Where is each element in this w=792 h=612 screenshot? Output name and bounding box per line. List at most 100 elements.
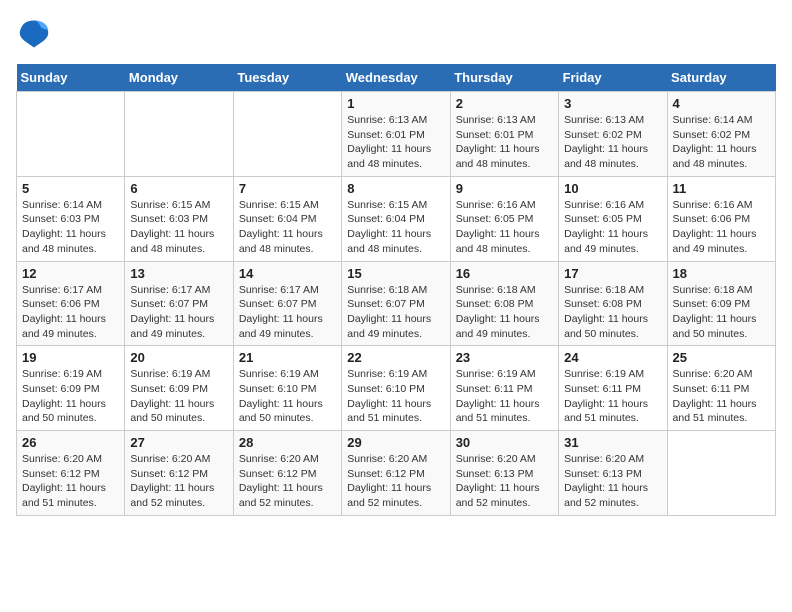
day-detail: Sunrise: 6:20 AM Sunset: 6:12 PM Dayligh… [22, 452, 119, 511]
day-detail: Sunrise: 6:19 AM Sunset: 6:10 PM Dayligh… [239, 367, 336, 426]
day-number: 31 [564, 435, 661, 450]
calendar-cell: 30 Sunrise: 6:20 AM Sunset: 6:13 PM Dayli… [450, 431, 558, 516]
day-number: 27 [130, 435, 227, 450]
day-number: 15 [347, 266, 444, 281]
header-sunday: Sunday [17, 64, 125, 92]
day-number: 23 [456, 350, 553, 365]
logo [16, 16, 56, 52]
day-number: 17 [564, 266, 661, 281]
day-detail: Sunrise: 6:13 AM Sunset: 6:02 PM Dayligh… [564, 113, 661, 172]
day-detail: Sunrise: 6:20 AM Sunset: 6:12 PM Dayligh… [239, 452, 336, 511]
day-detail: Sunrise: 6:18 AM Sunset: 6:09 PM Dayligh… [673, 283, 770, 342]
day-number: 26 [22, 435, 119, 450]
day-number: 29 [347, 435, 444, 450]
calendar-cell: 10 Sunrise: 6:16 AM Sunset: 6:05 PM Dayli… [559, 176, 667, 261]
day-number: 2 [456, 96, 553, 111]
day-number: 1 [347, 96, 444, 111]
day-detail: Sunrise: 6:15 AM Sunset: 6:03 PM Dayligh… [130, 198, 227, 257]
day-number: 11 [673, 181, 770, 196]
day-number: 10 [564, 181, 661, 196]
calendar-cell: 11 Sunrise: 6:16 AM Sunset: 6:06 PM Dayli… [667, 176, 775, 261]
day-detail: Sunrise: 6:20 AM Sunset: 6:13 PM Dayligh… [564, 452, 661, 511]
day-number: 13 [130, 266, 227, 281]
calendar-cell: 17 Sunrise: 6:18 AM Sunset: 6:08 PM Dayli… [559, 261, 667, 346]
day-number: 28 [239, 435, 336, 450]
header-saturday: Saturday [667, 64, 775, 92]
day-number: 16 [456, 266, 553, 281]
day-number: 19 [22, 350, 119, 365]
calendar-cell: 15 Sunrise: 6:18 AM Sunset: 6:07 PM Dayli… [342, 261, 450, 346]
day-detail: Sunrise: 6:14 AM Sunset: 6:03 PM Dayligh… [22, 198, 119, 257]
calendar-table: SundayMondayTuesdayWednesdayThursdayFrid… [16, 64, 776, 516]
calendar-cell: 31 Sunrise: 6:20 AM Sunset: 6:13 PM Dayli… [559, 431, 667, 516]
calendar-cell: 3 Sunrise: 6:13 AM Sunset: 6:02 PM Daylig… [559, 92, 667, 177]
day-detail: Sunrise: 6:20 AM Sunset: 6:13 PM Dayligh… [456, 452, 553, 511]
calendar-cell: 16 Sunrise: 6:18 AM Sunset: 6:08 PM Dayli… [450, 261, 558, 346]
header-thursday: Thursday [450, 64, 558, 92]
calendar-cell: 1 Sunrise: 6:13 AM Sunset: 6:01 PM Daylig… [342, 92, 450, 177]
calendar-cell: 2 Sunrise: 6:13 AM Sunset: 6:01 PM Daylig… [450, 92, 558, 177]
day-number: 12 [22, 266, 119, 281]
calendar-cell: 29Sunrise: 6:20 AM Sunset: 6:12 PM Dayli… [342, 431, 450, 516]
calendar-cell: 5 Sunrise: 6:14 AM Sunset: 6:03 PM Daylig… [17, 176, 125, 261]
day-number: 24 [564, 350, 661, 365]
day-detail: Sunrise: 6:16 AM Sunset: 6:05 PM Dayligh… [456, 198, 553, 257]
calendar-cell: 6 Sunrise: 6:15 AM Sunset: 6:03 PM Daylig… [125, 176, 233, 261]
day-number: 14 [239, 266, 336, 281]
day-detail: Sunrise: 6:13 AM Sunset: 6:01 PM Dayligh… [347, 113, 444, 172]
calendar-cell: 8 Sunrise: 6:15 AM Sunset: 6:04 PM Daylig… [342, 176, 450, 261]
day-number: 8 [347, 181, 444, 196]
calendar-cell: 13Sunrise: 6:17 AM Sunset: 6:07 PM Dayli… [125, 261, 233, 346]
day-detail: Sunrise: 6:16 AM Sunset: 6:06 PM Dayligh… [673, 198, 770, 257]
day-number: 30 [456, 435, 553, 450]
day-detail: Sunrise: 6:19 AM Sunset: 6:11 PM Dayligh… [564, 367, 661, 426]
calendar-cell: 19Sunrise: 6:19 AM Sunset: 6:09 PM Dayli… [17, 346, 125, 431]
day-number: 18 [673, 266, 770, 281]
day-detail: Sunrise: 6:15 AM Sunset: 6:04 PM Dayligh… [239, 198, 336, 257]
calendar-cell [125, 92, 233, 177]
calendar-cell: 9 Sunrise: 6:16 AM Sunset: 6:05 PM Daylig… [450, 176, 558, 261]
header-wednesday: Wednesday [342, 64, 450, 92]
calendar-cell: 7 Sunrise: 6:15 AM Sunset: 6:04 PM Daylig… [233, 176, 341, 261]
day-number: 9 [456, 181, 553, 196]
header-monday: Monday [125, 64, 233, 92]
calendar-cell: 27 Sunrise: 6:20 AM Sunset: 6:12 PM Dayli… [125, 431, 233, 516]
calendar-cell: 25 Sunrise: 6:20 AM Sunset: 6:11 PM Dayli… [667, 346, 775, 431]
day-number: 4 [673, 96, 770, 111]
calendar-cell: 21 Sunrise: 6:19 AM Sunset: 6:10 PM Dayli… [233, 346, 341, 431]
week-row-2: 5 Sunrise: 6:14 AM Sunset: 6:03 PM Daylig… [17, 176, 776, 261]
day-detail: Sunrise: 6:18 AM Sunset: 6:08 PM Dayligh… [564, 283, 661, 342]
calendar-cell: 20 Sunrise: 6:19 AM Sunset: 6:09 PM Dayli… [125, 346, 233, 431]
day-number: 22 [347, 350, 444, 365]
week-row-5: 26 Sunrise: 6:20 AM Sunset: 6:12 PM Dayli… [17, 431, 776, 516]
calendar-cell: 18 Sunrise: 6:18 AM Sunset: 6:09 PM Dayli… [667, 261, 775, 346]
calendar-cell [667, 431, 775, 516]
day-detail: Sunrise: 6:15 AM Sunset: 6:04 PM Dayligh… [347, 198, 444, 257]
logo-icon [16, 16, 52, 52]
day-detail: Sunrise: 6:20 AM Sunset: 6:12 PM Dayligh… [130, 452, 227, 511]
calendar-cell [17, 92, 125, 177]
day-detail: Sunrise: 6:18 AM Sunset: 6:07 PM Dayligh… [347, 283, 444, 342]
week-row-4: 19 Sunrise: 6:19 AM Sunset: 6:09 PM Dayli… [17, 346, 776, 431]
day-number: 6 [130, 181, 227, 196]
day-detail: Sunrise: 6:16 AM Sunset: 6:05 PM Dayligh… [564, 198, 661, 257]
day-number: 7 [239, 181, 336, 196]
day-detail: Sunrise: 6:17 AM Sunset: 6:07 PM Dayligh… [239, 283, 336, 342]
day-number: 20 [130, 350, 227, 365]
day-number: 21 [239, 350, 336, 365]
day-number: 5 [22, 181, 119, 196]
calendar-cell: 14 Sunrise: 6:17 AM Sunset: 6:07 PM Dayli… [233, 261, 341, 346]
calendar-cell: 26 Sunrise: 6:20 AM Sunset: 6:12 PM Dayli… [17, 431, 125, 516]
page-header [16, 16, 776, 52]
day-detail: Sunrise: 6:18 AM Sunset: 6:08 PM Dayligh… [456, 283, 553, 342]
day-detail: Sunrise: 6:20 AM Sunset: 6:11 PM Dayligh… [673, 367, 770, 426]
day-detail: Sunrise: 6:13 AM Sunset: 6:01 PM Dayligh… [456, 113, 553, 172]
day-number: 3 [564, 96, 661, 111]
day-number: 25 [673, 350, 770, 365]
day-detail: Sunrise: 6:19 AM Sunset: 6:11 PM Dayligh… [456, 367, 553, 426]
day-detail: Sunrise: 6:14 AM Sunset: 6:02 PM Dayligh… [673, 113, 770, 172]
calendar-header-row: SundayMondayTuesdayWednesdayThursdayFrid… [17, 64, 776, 92]
calendar-cell: 23 Sunrise: 6:19 AM Sunset: 6:11 PM Dayli… [450, 346, 558, 431]
calendar-cell: 4 Sunrise: 6:14 AM Sunset: 6:02 PM Daylig… [667, 92, 775, 177]
day-detail: Sunrise: 6:19 AM Sunset: 6:09 PM Dayligh… [130, 367, 227, 426]
